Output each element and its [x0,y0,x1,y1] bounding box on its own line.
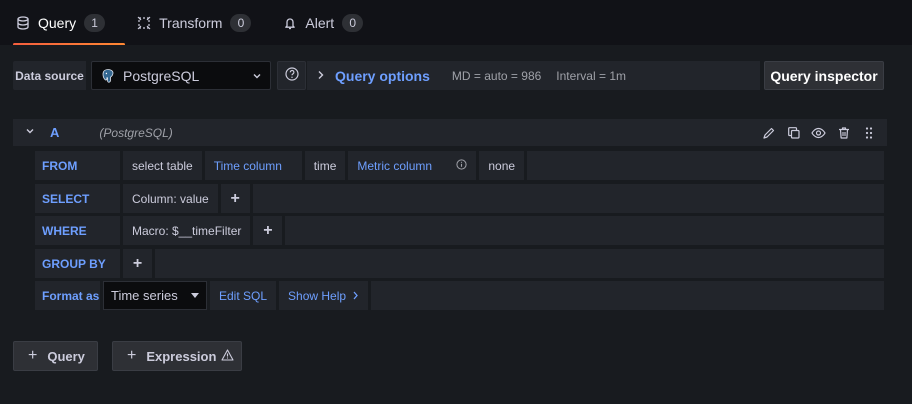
tab-label: Transform [159,15,223,31]
query-row-actions [756,119,881,146]
add-where-plus-button[interactable]: + [253,216,283,245]
postgresql-icon [100,68,116,84]
plus-icon: + [28,347,38,364]
where-row: WHERE Macro: $__timeFilter + [35,216,884,245]
plus-icon: + [127,347,137,364]
metric-column-select[interactable]: none [479,151,525,180]
query-ref-id[interactable]: A [50,125,59,140]
tab-transform[interactable]: Transform 0 [121,0,267,46]
chevron-right-icon [317,69,325,83]
from-row: FROM select table Time column time Metri… [35,151,884,180]
add-select-plus-button[interactable]: + [220,184,250,213]
eye-icon[interactable] [806,119,831,146]
query-options-title: Query options [335,67,430,84]
chevron-right-icon [352,289,359,303]
database-icon [16,16,30,30]
datasource-selected: PostgreSQL [123,67,200,84]
time-column-select[interactable]: time [304,151,346,180]
select-row: SELECT Column: value + [35,184,884,213]
duplicate-icon[interactable] [781,119,806,146]
show-help-label: Show Help [288,288,347,303]
query-datasource-name: (PostgreSQL) [99,125,173,140]
group-by-row: GROUP BY + [35,249,884,278]
query-row-header: A (PostgreSQL) [13,119,887,146]
tab-count-badge: 0 [342,14,364,32]
caret-down-icon [191,293,199,298]
edit-sql-button[interactable]: Edit SQL [210,281,277,310]
add-expression-button[interactable]: + Expression [112,341,242,371]
where-keyword: WHERE [35,216,120,245]
tab-label: Query [38,15,77,31]
warning-triangle-icon [221,348,234,364]
format-as-select[interactable]: Time series [103,281,207,310]
metric-column-label-text: Metric column [357,158,433,173]
query-editor-panel: Data source PostgreSQL Query options MD … [0,45,912,404]
add-expression-label: Expression [146,348,217,364]
bell-icon [283,16,297,30]
datasource-label: Data source [13,61,86,90]
group-by-keyword: GROUP BY [35,249,120,278]
show-help-button[interactable]: Show Help [279,281,369,310]
query-inspector-button[interactable]: Query inspector [764,61,884,90]
row-filler [155,249,884,278]
select-keyword: SELECT [35,184,120,213]
editor-tabs: Query 1 Transform 0 Alert 0 [0,0,912,46]
where-macro[interactable]: Macro: $__timeFilter [123,216,251,245]
query-options-toggle[interactable]: Query options MD = auto = 986 Interval =… [307,61,760,90]
info-circle-icon[interactable] [456,158,467,173]
row-filler [285,216,884,245]
question-circle-icon [284,67,299,84]
format-row: Format as Time series Edit SQL Show Help [35,281,884,310]
chevron-down-icon [252,68,262,84]
collapse-chevron-icon[interactable] [25,126,35,139]
datasource-help-button[interactable] [277,61,306,90]
add-group-by-plus-button[interactable]: + [123,249,152,278]
tab-count-badge: 0 [230,14,252,32]
edit-pencil-icon[interactable] [756,119,781,146]
metric-column-label: Metric column [348,151,477,180]
add-query-button[interactable]: + Query [13,341,98,371]
format-as-selected: Time series [111,288,178,303]
row-filler [252,184,884,213]
tab-query[interactable]: Query 1 [0,0,126,46]
datasource-row: Data source PostgreSQL [13,61,306,90]
drag-handle-icon[interactable] [856,119,881,146]
format-as-keyword: Format as [35,281,100,310]
add-query-label: Query [47,348,85,364]
tab-count-badge: 1 [84,14,106,32]
table-select[interactable]: select table [123,151,202,180]
time-column-label: Time column [204,151,302,180]
trash-icon[interactable] [831,119,856,146]
max-data-points: MD = auto = 986 [451,68,542,83]
transform-icon [137,16,151,30]
select-column-value[interactable]: Column: value [123,184,218,213]
row-filler [527,151,884,180]
tab-alert[interactable]: Alert 0 [267,0,379,46]
from-keyword: FROM [35,151,120,180]
interval-value: Interval = 1m [556,68,626,83]
datasource-picker[interactable]: PostgreSQL [91,61,271,90]
row-filler [371,281,884,310]
tab-label: Alert [305,15,335,31]
